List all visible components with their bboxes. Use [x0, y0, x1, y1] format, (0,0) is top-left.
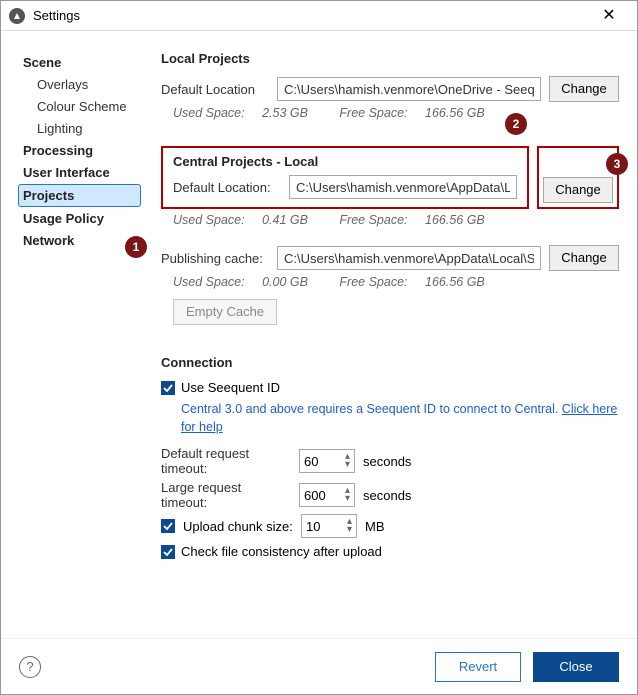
- close-button[interactable]: Close: [533, 652, 619, 682]
- sidebar: Scene Overlays Colour Scheme Lighting Pr…: [1, 51, 141, 638]
- checkbox-icon[interactable]: [161, 519, 175, 533]
- default-timeout-spinner[interactable]: 60▴▾: [299, 449, 355, 473]
- window-title: Settings: [33, 8, 589, 23]
- sidebar-item-network[interactable]: Network: [19, 230, 141, 251]
- spinner-icon: ▴▾: [347, 518, 352, 534]
- central-projects-section: Central Projects - Local Default Locatio…: [161, 146, 619, 227]
- central-change-button[interactable]: Change: [543, 177, 613, 203]
- local-projects-section: Local Projects Default Location Change U…: [161, 51, 619, 120]
- publishing-cache-usage: Used Space: 0.00 GB Free Space: 166.56 G…: [161, 275, 619, 289]
- revert-button[interactable]: Revert: [435, 652, 521, 682]
- publishing-cache-input[interactable]: [277, 246, 541, 270]
- callout-3: 3: [606, 153, 628, 175]
- connection-heading: Connection: [161, 355, 619, 370]
- sidebar-item-usage-policy[interactable]: Usage Policy: [19, 208, 141, 229]
- checkbox-icon: [161, 545, 175, 559]
- upload-chunk-label: Upload chunk size:: [183, 519, 293, 534]
- settings-window: 1 2 3 Settings ✕ Scene Overlays Colour S…: [0, 0, 638, 695]
- sidebar-item-user-interface[interactable]: User Interface: [19, 162, 141, 183]
- use-seequent-id-label: Use Seequent ID: [181, 380, 280, 395]
- seconds-label: seconds: [363, 454, 411, 469]
- publishing-cache-label: Publishing cache:: [161, 251, 269, 266]
- seconds-label-2: seconds: [363, 488, 411, 503]
- central-location-label: Default Location:: [173, 180, 281, 195]
- sidebar-item-processing[interactable]: Processing: [19, 140, 141, 161]
- local-usage: Used Space: 2.53 GB Free Space: 166.56 G…: [161, 106, 619, 120]
- central-projects-heading: Central Projects - Local: [173, 154, 517, 169]
- use-seequent-id-checkbox[interactable]: Use Seequent ID: [161, 380, 619, 395]
- central-callout-region: Central Projects - Local Default Locatio…: [161, 146, 529, 209]
- mb-label: MB: [365, 519, 385, 534]
- sidebar-item-scene[interactable]: Scene: [19, 52, 141, 73]
- settings-content: Local Projects Default Location Change U…: [141, 51, 637, 638]
- default-timeout-label: Default request timeout:: [161, 446, 291, 476]
- empty-cache-button[interactable]: Empty Cache: [173, 299, 277, 325]
- sidebar-item-lighting[interactable]: Lighting: [19, 118, 141, 139]
- publishing-cache-section: Publishing cache: Change Used Space: 0.0…: [161, 245, 619, 325]
- central-change-callout: Change: [537, 146, 619, 209]
- app-icon: [9, 8, 25, 24]
- local-projects-heading: Local Projects: [161, 51, 619, 66]
- local-location-label: Default Location: [161, 82, 269, 97]
- spinner-icon: ▴▾: [345, 453, 350, 469]
- local-location-input[interactable]: [277, 77, 541, 101]
- sidebar-item-overlays[interactable]: Overlays: [19, 74, 141, 95]
- seequent-info: Central 3.0 and above requires a Seequen…: [181, 401, 619, 436]
- titlebar: Settings ✕: [1, 1, 637, 31]
- central-usage: Used Space: 0.41 GB Free Space: 166.56 G…: [161, 213, 619, 227]
- central-location-input[interactable]: [289, 175, 517, 199]
- check-consistency-label: Check file consistency after upload: [181, 544, 382, 559]
- local-change-button[interactable]: Change: [549, 76, 619, 102]
- large-timeout-spinner[interactable]: 600▴▾: [299, 483, 355, 507]
- help-icon[interactable]: ?: [19, 656, 41, 678]
- checkbox-icon: [161, 381, 175, 395]
- callout-1: 1: [125, 236, 147, 258]
- sidebar-item-colour-scheme[interactable]: Colour Scheme: [19, 96, 141, 117]
- connection-section: Connection Use Seequent ID Central 3.0 a…: [161, 355, 619, 559]
- upload-chunk-spinner[interactable]: 10▴▾: [301, 514, 357, 538]
- check-consistency-checkbox[interactable]: Check file consistency after upload: [161, 544, 619, 559]
- large-timeout-label: Large request timeout:: [161, 480, 291, 510]
- callout-2: 2: [505, 113, 527, 135]
- footer: ? Revert Close: [1, 638, 637, 694]
- sidebar-item-projects[interactable]: Projects: [18, 184, 141, 207]
- close-icon[interactable]: ✕: [589, 8, 629, 24]
- spinner-icon: ▴▾: [345, 487, 350, 503]
- publishing-cache-change-button[interactable]: Change: [549, 245, 619, 271]
